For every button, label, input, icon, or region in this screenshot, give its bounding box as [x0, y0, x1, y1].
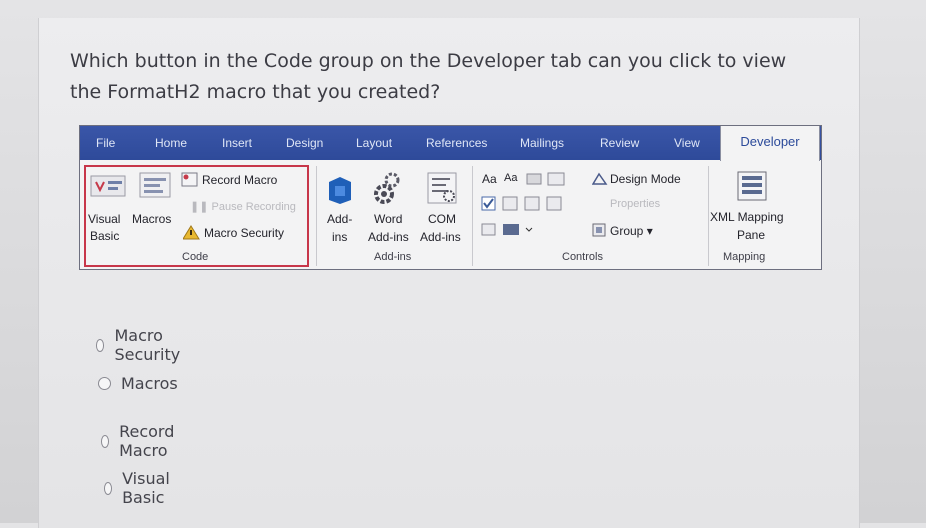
radio-button[interactable] — [98, 377, 111, 390]
xml-mapping-pane-label-2[interactable]: Pane — [737, 228, 765, 242]
macro-security-button[interactable]: Macro Security — [204, 226, 284, 240]
radio-button[interactable] — [96, 338, 105, 352]
tab-references[interactable]: References — [426, 126, 487, 160]
gear-icon — [374, 172, 400, 204]
ribbon-image: File Home Insert Design Layout Reference… — [79, 125, 822, 270]
question-text: Which button in the Code group on the De… — [70, 50, 787, 103]
group-dropdown[interactable]: Group ▾ — [610, 224, 653, 238]
visual-basic-icon — [90, 175, 126, 197]
option-label: Macro Security — [114, 326, 181, 364]
record-macro-button[interactable]: Record Macro — [202, 173, 277, 187]
group-divider — [472, 166, 473, 266]
com-addins-label-2[interactable]: Add-ins — [420, 230, 461, 244]
option-macros[interactable]: Macros — [98, 374, 178, 393]
legacy-tools-row[interactable] — [481, 223, 541, 237]
tab-home[interactable]: Home — [155, 126, 187, 160]
group-icon — [592, 223, 606, 237]
tab-developer[interactable]: Developer — [720, 126, 820, 161]
design-mode-icon — [592, 172, 608, 185]
option-record-macro[interactable]: Record Macro — [101, 422, 179, 460]
macros-label[interactable]: Macros — [132, 212, 171, 226]
xml-mapping-pane-label-1[interactable]: XML Mapping — [710, 210, 784, 224]
addins-button-label-2[interactable]: ins — [332, 230, 347, 244]
option-visual-basic[interactable]: Visual Basic — [104, 469, 175, 507]
tab-view[interactable]: View — [674, 126, 700, 160]
group-dropdown-label: Group — [610, 224, 644, 238]
group-divider — [316, 166, 317, 266]
group-divider — [708, 166, 709, 266]
visual-basic-label-2[interactable]: Basic — [90, 229, 119, 243]
word-addins-label-2[interactable]: Add-ins — [368, 230, 409, 244]
rich-text-control[interactable]: Aa — [482, 172, 497, 186]
code-group-label: Code — [182, 251, 209, 263]
tab-layout[interactable]: Layout — [356, 126, 392, 160]
option-label: Record Macro — [119, 422, 175, 460]
tab-file[interactable]: File — [96, 126, 115, 160]
pause-recording-label: Pause Recording — [211, 201, 296, 213]
tab-mailings[interactable]: Mailings — [520, 126, 564, 160]
record-macro-icon — [181, 172, 198, 187]
picture-control-icon[interactable] — [526, 172, 576, 186]
tab-design[interactable]: Design — [286, 126, 323, 160]
xml-mapping-icon — [737, 171, 767, 201]
word-addins-label-1[interactable]: Word — [374, 212, 402, 226]
macros-icon — [139, 172, 171, 198]
tab-review[interactable]: Review — [600, 126, 639, 160]
option-label: Macros — [121, 374, 178, 393]
addins-group-label: Add-ins — [374, 251, 412, 263]
plain-text-control[interactable]: Aa — [504, 172, 517, 184]
com-addins-icon — [427, 172, 457, 204]
addins-button-label-1[interactable]: Add- — [327, 212, 352, 226]
radio-button[interactable] — [104, 481, 113, 495]
store-addins-icon — [329, 177, 351, 204]
ribbon-tab-bar: File Home Insert Design Layout Reference… — [80, 126, 821, 161]
properties-button[interactable]: Properties — [610, 198, 660, 210]
visual-basic-label-1[interactable]: Visual — [88, 212, 120, 226]
design-mode-button[interactable]: Design Mode — [610, 172, 681, 186]
control-buttons-row[interactable] — [481, 196, 576, 212]
option-macro-security[interactable]: Macro Security — [96, 326, 185, 364]
warning-icon — [183, 225, 200, 240]
radio-button[interactable] — [101, 434, 110, 448]
mapping-group-label: Mapping — [723, 251, 766, 263]
pause-recording-button[interactable]: ❚❚ Pause Recording — [190, 200, 296, 213]
option-label: Visual Basic — [122, 469, 170, 507]
controls-group-label: Controls — [562, 251, 603, 263]
com-addins-label-1[interactable]: COM — [428, 212, 456, 226]
tab-insert[interactable]: Insert — [222, 126, 252, 160]
